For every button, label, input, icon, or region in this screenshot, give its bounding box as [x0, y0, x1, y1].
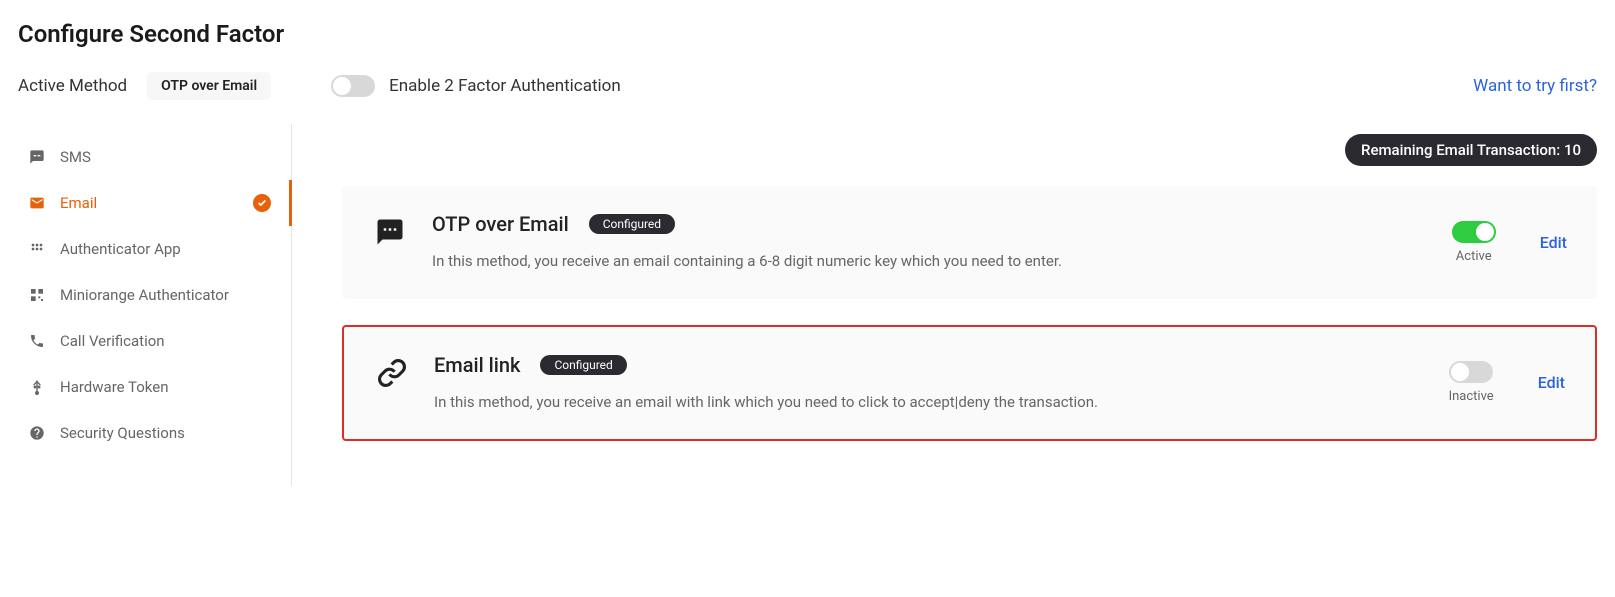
sidebar-item-label: SMS	[60, 148, 91, 166]
toggle-thumb	[1476, 223, 1494, 241]
usb-icon	[28, 378, 46, 396]
method-body: Email link Configured In this method, yo…	[434, 353, 1425, 414]
method-card-otp-email: OTP over Email Configured In this method…	[342, 186, 1597, 299]
enable-2fa-label: Enable 2 Factor Authentication	[389, 76, 621, 96]
header-row: Active Method OTP over Email Enable 2 Fa…	[0, 48, 1615, 124]
remaining-transactions-badge: Remaining Email Transaction: 10	[1345, 134, 1597, 166]
link-icon	[374, 355, 410, 391]
method-body: OTP over Email Configured In this method…	[432, 212, 1428, 273]
method-active-toggle[interactable]	[1452, 221, 1496, 243]
method-card-email-link: Email link Configured In this method, yo…	[342, 325, 1597, 442]
sidebar-item-label: Security Questions	[60, 424, 185, 442]
check-icon	[253, 194, 271, 212]
page-title: Configure Second Factor	[0, 0, 1615, 48]
active-method-value: OTP over Email	[147, 72, 271, 100]
sidebar-item-security-questions[interactable]: Security Questions	[18, 410, 292, 456]
sidebar-item-miniorange[interactable]: Miniorange Authenticator	[18, 272, 292, 318]
configured-badge: Configured	[589, 214, 675, 234]
edit-button[interactable]: Edit	[1540, 233, 1567, 252]
toggle-thumb	[1451, 363, 1469, 381]
method-description: In this method, you receive an email con…	[432, 250, 1428, 273]
method-title-row: Email link Configured	[434, 353, 1425, 377]
edit-button[interactable]: Edit	[1538, 373, 1565, 392]
method-toggle-column: Inactive	[1449, 361, 1494, 404]
method-title: Email link	[434, 353, 520, 377]
sidebar-item-label: Authenticator App	[60, 240, 181, 258]
sms-icon	[28, 148, 46, 166]
method-title: OTP over Email	[432, 212, 569, 236]
try-first-link[interactable]: Want to try first?	[1473, 76, 1597, 96]
chat-icon	[372, 214, 408, 250]
sidebar-item-label: Call Verification	[60, 332, 165, 350]
email-icon	[28, 194, 46, 212]
phone-icon	[28, 332, 46, 350]
sidebar-item-call[interactable]: Call Verification	[18, 318, 292, 364]
content-area: SMS Email Authenticator App Miniorange A…	[0, 124, 1615, 486]
sidebar: SMS Email Authenticator App Miniorange A…	[18, 124, 292, 486]
sidebar-item-label: Email	[60, 194, 97, 212]
configured-badge: Configured	[540, 355, 626, 375]
question-icon	[28, 424, 46, 442]
qr-icon	[28, 286, 46, 304]
enable-2fa-toggle[interactable]	[331, 75, 375, 97]
grid-icon	[28, 240, 46, 258]
toggle-status-label: Active	[1456, 249, 1492, 264]
method-title-row: OTP over Email Configured	[432, 212, 1428, 236]
main-panel: Remaining Email Transaction: 10 OTP over…	[342, 124, 1597, 486]
method-active-toggle[interactable]	[1449, 361, 1493, 383]
sidebar-item-label: Miniorange Authenticator	[60, 286, 229, 304]
sidebar-item-hardware[interactable]: Hardware Token	[18, 364, 292, 410]
method-description: In this method, you receive an email wit…	[434, 391, 1425, 414]
sidebar-item-sms[interactable]: SMS	[18, 134, 292, 180]
sidebar-item-label: Hardware Token	[60, 378, 169, 396]
toggle-thumb	[333, 77, 351, 95]
sidebar-item-authenticator-app[interactable]: Authenticator App	[18, 226, 292, 272]
toggle-status-label: Inactive	[1449, 389, 1494, 404]
method-toggle-column: Active	[1452, 221, 1496, 264]
active-method-label: Active Method	[18, 76, 127, 96]
enable-2fa-group: Enable 2 Factor Authentication	[331, 75, 621, 97]
sidebar-item-email[interactable]: Email	[18, 180, 292, 226]
